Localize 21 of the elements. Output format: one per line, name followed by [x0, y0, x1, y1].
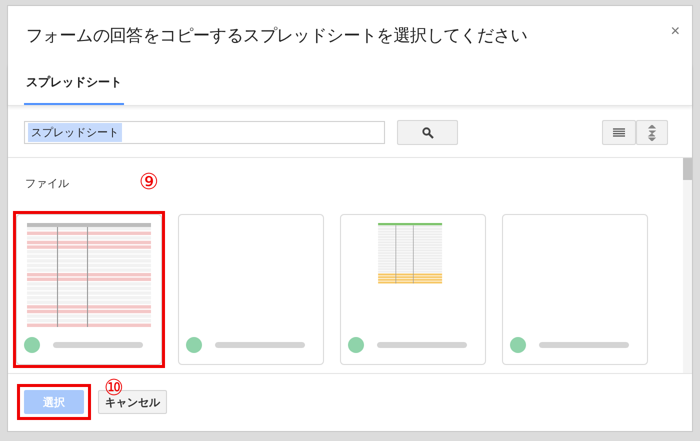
- search-field[interactable]: スプレッドシート: [24, 121, 385, 144]
- file-icon: [509, 336, 527, 354]
- tab[interactable]: スプレッドシート: [24, 64, 124, 105]
- file-card[interactable]: [502, 214, 648, 365]
- list-view-button[interactable]: [602, 120, 636, 145]
- list-icon: [613, 128, 625, 137]
- dialog-title: フォームの回答をコピーするスプレッドシートを選択してください: [26, 25, 528, 47]
- close-button[interactable]: ×: [670, 24, 680, 40]
- file-icon: [347, 336, 365, 354]
- sort-button[interactable]: [636, 120, 668, 145]
- file-card[interactable]: [340, 214, 486, 365]
- annotation-number: ⑨: [139, 172, 159, 194]
- file-icon: [185, 336, 203, 354]
- file-card[interactable]: [178, 214, 324, 365]
- file-icon: [23, 336, 41, 354]
- search-icon: [422, 126, 434, 138]
- scrollbar[interactable]: [683, 158, 692, 373]
- search-button[interactable]: [397, 120, 458, 145]
- section-label: ファイル: [25, 176, 69, 190]
- file-card[interactable]: [16, 214, 162, 365]
- sort-icon: [647, 124, 657, 140]
